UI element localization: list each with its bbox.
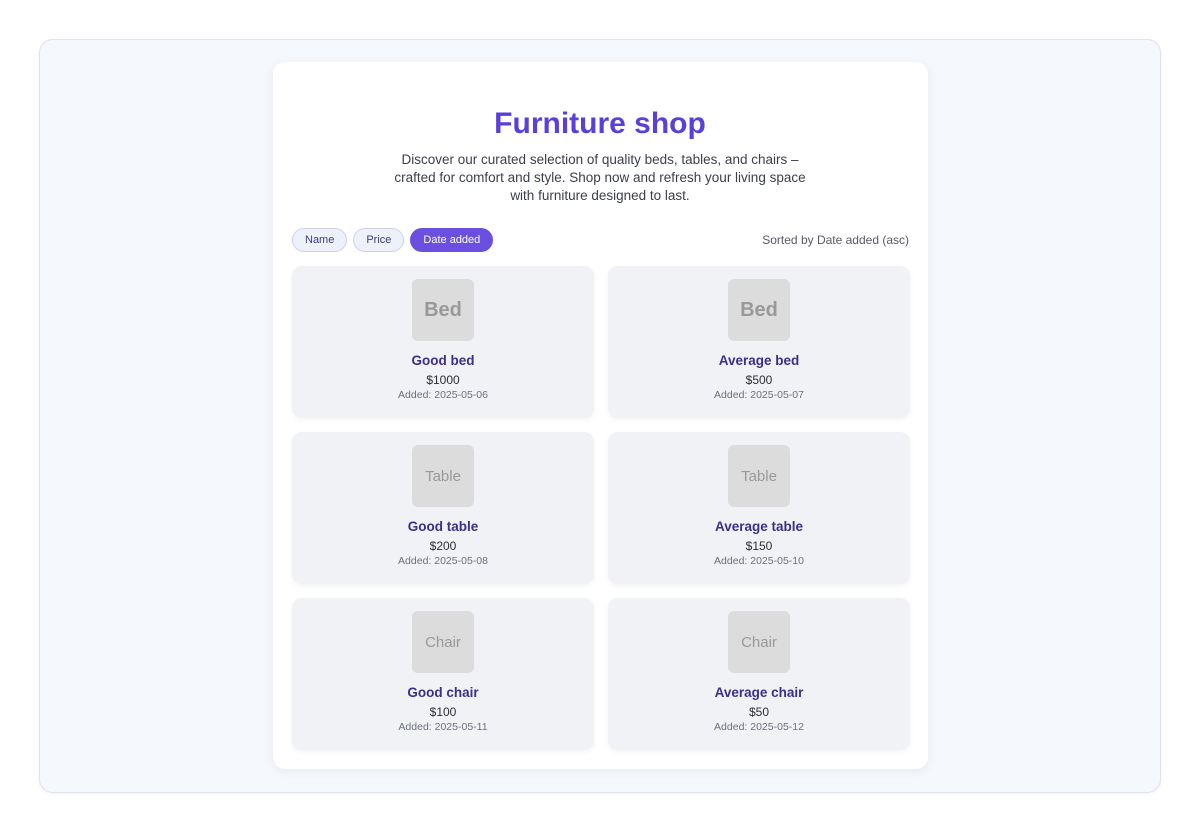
product-card[interactable]: Bed Good bed $1000 Added: 2025-05-06 [292, 266, 594, 418]
sort-by-price-button[interactable]: Price [353, 228, 405, 252]
product-price: $500 [745, 373, 773, 387]
product-card[interactable]: Bed Average bed $500 Added: 2025-05-07 [608, 266, 910, 418]
product-name: Good table [407, 519, 479, 534]
product-name: Good chair [407, 685, 479, 700]
sort-by-name-button[interactable]: Name [292, 228, 348, 252]
product-price: $100 [429, 705, 457, 719]
product-date-added: Added: 2025-05-12 [714, 721, 804, 733]
product-date-added: Added: 2025-05-08 [398, 555, 488, 567]
sort-status: Sorted by Date added (asc) [762, 233, 909, 247]
product-price: $50 [748, 705, 770, 719]
product-date-added: Added: 2025-05-10 [714, 555, 804, 567]
product-card[interactable]: Table Good table $200 Added: 2025-05-08 [292, 432, 594, 584]
product-card[interactable]: Chair Good chair $100 Added: 2025-05-11 [292, 598, 594, 750]
product-thumbnail: Bed [412, 279, 474, 341]
product-date-added: Added: 2025-05-07 [714, 389, 804, 401]
product-price: $1000 [426, 373, 460, 387]
sort-bar: Name Price Date added [292, 228, 494, 252]
product-card[interactable]: Chair Average chair $50 Added: 2025-05-1… [608, 598, 910, 750]
product-thumbnail: Bed [728, 279, 790, 341]
product-card[interactable]: Table Average table $150 Added: 2025-05-… [608, 432, 910, 584]
intro-text: Discover our curated selection of qualit… [394, 152, 806, 203]
product-thumbnail: Table [728, 445, 790, 507]
product-thumbnail: Chair [728, 611, 790, 673]
product-grid: Bed Good bed $1000 Added: 2025-05-06 Bed… [292, 266, 910, 750]
product-name: Good bed [411, 353, 475, 368]
page-title: Furniture shop [494, 107, 706, 140]
product-date-added: Added: 2025-05-11 [398, 721, 488, 733]
product-price: $150 [745, 539, 773, 553]
product-thumbnail: Chair [412, 611, 474, 673]
product-date-added: Added: 2025-05-06 [398, 389, 488, 401]
product-name: Average chair [714, 685, 804, 700]
sort-by-date-added-button[interactable]: Date added [410, 228, 494, 252]
product-name: Average bed [718, 353, 800, 368]
product-price: $200 [429, 539, 457, 553]
product-name: Average table [714, 519, 804, 534]
product-thumbnail: Table [412, 445, 474, 507]
